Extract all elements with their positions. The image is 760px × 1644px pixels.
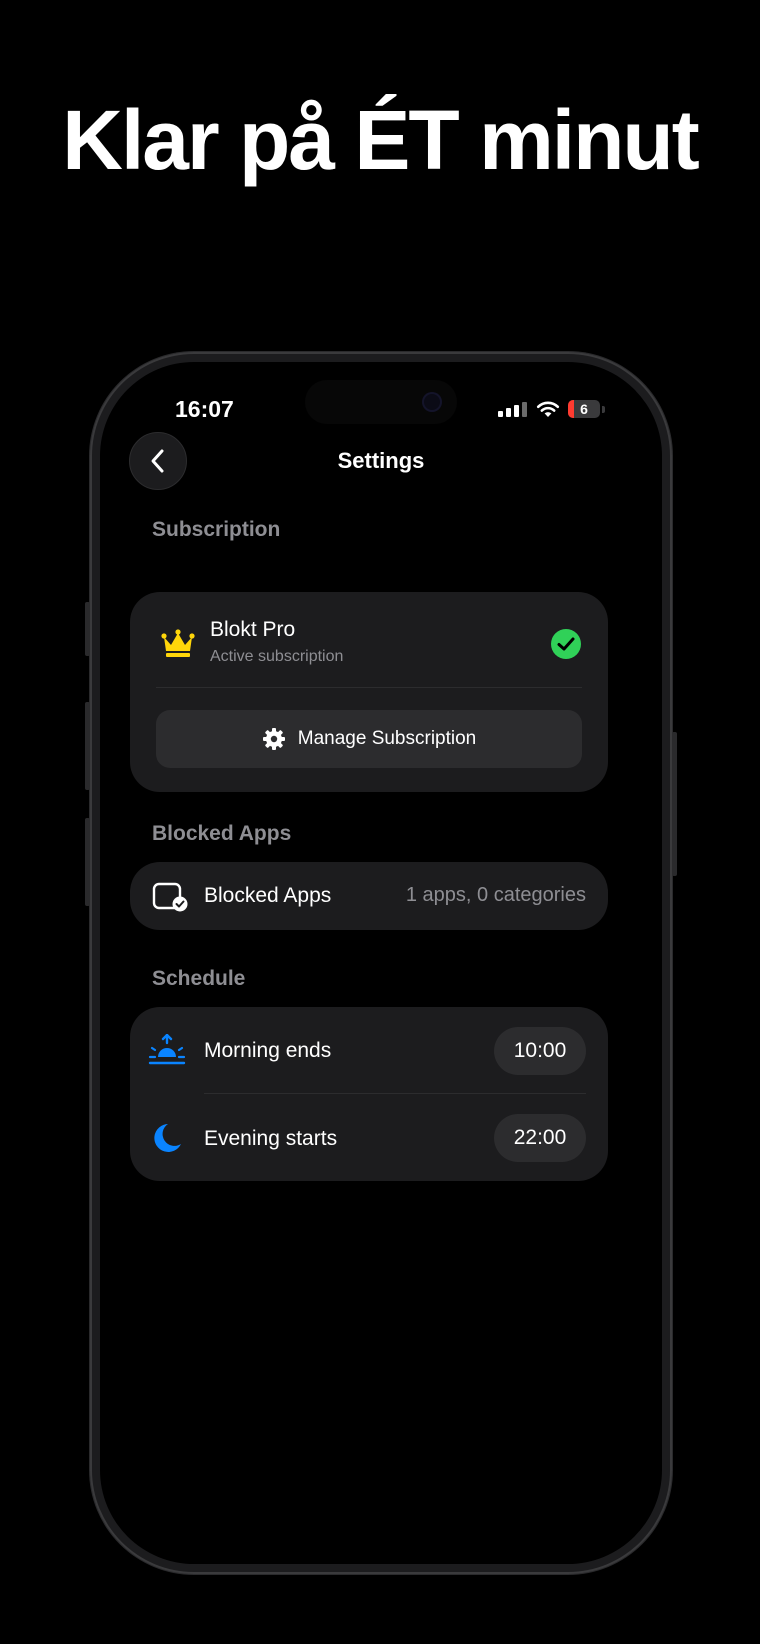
- manage-subscription-label: Manage Subscription: [297, 728, 477, 749]
- front-camera: [422, 392, 442, 412]
- manage-subscription-button[interactable]: Manage Subscription: [156, 710, 582, 768]
- status-time: 16:07: [175, 396, 234, 422]
- gear-icon: [262, 728, 285, 750]
- subscription-card: Blokt Pro Active subscription Manage Sub…: [130, 592, 608, 792]
- phone-power-button: [672, 732, 677, 876]
- evening-time-picker[interactable]: 22:00: [494, 1114, 586, 1162]
- sunrise-icon: [148, 1034, 186, 1065]
- plan-name: Blokt Pro: [210, 618, 296, 641]
- phone-screen: 16:07 6 Settings Subscription Blokt Pro …: [100, 362, 662, 1564]
- checkmark-circle-icon: [551, 629, 581, 659]
- section-label-blocked-apps: Blocked Apps: [152, 822, 292, 845]
- schedule-card: Morning ends 10:00 Evening starts 22:00: [130, 1007, 608, 1181]
- section-label-schedule: Schedule: [152, 967, 246, 990]
- crown-icon: [161, 629, 195, 657]
- battery-icon: 6: [568, 400, 600, 418]
- battery-fill: [568, 400, 574, 418]
- headline: Klar på ÉT minut: [62, 93, 699, 187]
- page-title: Settings: [337, 448, 425, 473]
- battery-level: 6: [580, 401, 588, 417]
- divider: [156, 687, 582, 688]
- battery-tip: [602, 406, 605, 413]
- blocked-apps-row[interactable]: Blocked Apps 1 apps, 0 categories: [130, 862, 608, 930]
- schedule-row-label: Morning ends: [204, 1039, 332, 1062]
- schedule-row-label: Evening starts: [204, 1127, 338, 1150]
- divider: [204, 1093, 586, 1094]
- blocked-apps-count: 1 apps, 0 categories: [405, 884, 586, 906]
- plan-status: Active subscription: [210, 648, 344, 665]
- section-label-subscription: Subscription: [152, 518, 281, 541]
- blocked-apps-label: Blocked Apps: [204, 884, 332, 907]
- moon-icon: [154, 1124, 181, 1152]
- wifi-icon: [536, 401, 560, 417]
- cellular-signal-icon: [498, 402, 527, 417]
- app-shield-check-icon: [152, 882, 188, 912]
- morning-time-picker[interactable]: 10:00: [494, 1027, 586, 1075]
